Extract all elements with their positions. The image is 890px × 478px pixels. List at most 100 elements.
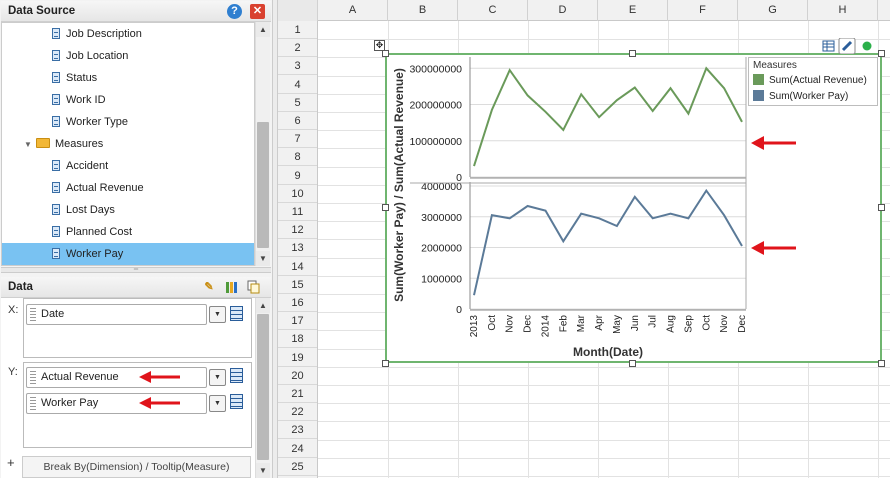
row-header-23[interactable]: 23 <box>278 421 317 440</box>
table-view-icon[interactable] <box>822 40 835 52</box>
scroll-thumb[interactable] <box>257 314 269 460</box>
resize-handle[interactable] <box>629 50 636 57</box>
data-point-worker-pay[interactable] <box>722 213 727 218</box>
data-point-revenue[interactable] <box>579 92 584 97</box>
scroll-down-icon[interactable]: ▼ <box>256 251 270 266</box>
data-point-worker-pay[interactable] <box>561 239 566 244</box>
series-line-worker-pay[interactable] <box>473 188 743 296</box>
data-point-worker-pay[interactable] <box>650 216 655 221</box>
resize-handle[interactable] <box>629 360 636 367</box>
row-header-6[interactable]: 6 <box>278 112 317 130</box>
row-header-14[interactable]: 14 <box>278 258 317 276</box>
column-header-a[interactable]: A <box>318 0 388 21</box>
row-header-21[interactable]: 21 <box>278 385 317 403</box>
data-point-worker-pay[interactable] <box>704 188 709 193</box>
y-field-dropdown-1[interactable]: ▼ <box>209 369 226 386</box>
row-header-12[interactable]: 12 <box>278 221 317 240</box>
data-point-worker-pay[interactable] <box>543 208 548 213</box>
data-point-worker-pay[interactable] <box>668 211 673 216</box>
scroll-up-icon[interactable]: ▲ <box>256 22 270 37</box>
data-point-revenue[interactable] <box>740 119 745 124</box>
tree-field-status[interactable]: Status <box>52 67 97 89</box>
edit-pencil-icon[interactable] <box>838 38 856 54</box>
tree-field-actual-revenue[interactable]: Actual Revenue <box>52 177 144 199</box>
data-point-revenue[interactable] <box>543 109 548 114</box>
tree-field-worker-type[interactable]: Worker Type <box>52 111 128 133</box>
column-header-c[interactable]: C <box>458 0 528 21</box>
data-point-worker-pay[interactable] <box>489 213 494 218</box>
break-by-dropzone[interactable]: Break By(Dimension) / Tooltip(Measure) <box>22 456 251 478</box>
y-field-dropdown-2[interactable]: ▼ <box>209 395 226 412</box>
row-header-13[interactable]: 13 <box>278 239 317 258</box>
resize-handle[interactable] <box>382 204 389 211</box>
row-header-25[interactable]: 25 <box>278 458 317 476</box>
tree-field-work-id[interactable]: Work ID <box>52 89 106 111</box>
row-header-4[interactable]: 4 <box>278 76 317 94</box>
expand-triangle-icon[interactable]: ▼ <box>24 134 36 156</box>
tree-field-job-location[interactable]: Job Location <box>52 45 128 67</box>
column-header-h[interactable]: H <box>808 0 878 21</box>
tree-field-planned-cost[interactable]: Planned Cost <box>52 221 132 243</box>
help-icon[interactable]: ? <box>227 4 242 19</box>
data-point-worker-pay[interactable] <box>632 194 637 199</box>
corner-cell[interactable] <box>278 0 318 21</box>
legend-item-revenue[interactable]: Sum(Actual Revenue) <box>753 73 867 88</box>
row-header-10[interactable]: 10 <box>278 185 317 203</box>
close-icon[interactable]: ✕ <box>250 4 265 19</box>
data-point-worker-pay[interactable] <box>507 216 512 221</box>
x-field-dropdown[interactable]: ▼ <box>209 306 226 323</box>
column-header-b[interactable]: B <box>388 0 458 21</box>
row-header-20[interactable]: 20 <box>278 367 317 385</box>
row-header-22[interactable]: 22 <box>278 403 317 422</box>
data-point-revenue[interactable] <box>668 86 673 91</box>
data-point-revenue[interactable] <box>561 127 566 132</box>
row-header-17[interactable]: 17 <box>278 312 317 331</box>
y-calculator-icon-2[interactable] <box>230 394 243 409</box>
row-header-19[interactable]: 19 <box>278 349 317 367</box>
resize-handle[interactable] <box>878 360 885 367</box>
tree-field-job-description[interactable]: Job Description <box>52 23 142 45</box>
legend-item-worker-pay[interactable]: Sum(Worker Pay) <box>753 89 848 104</box>
row-header-9[interactable]: 9 <box>278 167 317 185</box>
data-point-revenue[interactable] <box>597 115 602 120</box>
data-point-worker-pay[interactable] <box>740 243 745 248</box>
row-header-11[interactable]: 11 <box>278 203 317 221</box>
tree-field-worker-pay[interactable]: Worker Pay <box>2 243 254 265</box>
data-point-worker-pay[interactable] <box>579 211 584 216</box>
tree-folder-measures[interactable]: ▼ Measures <box>24 133 103 155</box>
scroll-down-icon[interactable]: ▼ <box>256 463 270 478</box>
data-point-worker-pay[interactable] <box>686 216 691 221</box>
x-field-pill[interactable]: Date <box>26 304 207 325</box>
resize-handle[interactable] <box>878 204 885 211</box>
copy-icon[interactable] <box>247 280 261 294</box>
resize-handle[interactable] <box>382 360 389 367</box>
data-point-revenue[interactable] <box>507 68 512 73</box>
column-header-f[interactable]: F <box>668 0 738 21</box>
data-point-revenue[interactable] <box>632 85 637 90</box>
data-point-revenue[interactable] <box>525 93 530 98</box>
x-dropzone[interactable]: Date ▼ <box>23 298 252 358</box>
tree-field-accident[interactable]: Accident <box>52 155 108 177</box>
y-calculator-icon-1[interactable] <box>230 368 243 383</box>
column-header-d[interactable]: D <box>528 0 598 21</box>
data-point-worker-pay[interactable] <box>472 293 477 298</box>
row-header-1[interactable]: 1 <box>278 21 317 39</box>
scroll-up-icon[interactable]: ▲ <box>256 298 270 313</box>
row-header-16[interactable]: 16 <box>278 294 317 312</box>
panel-splitter[interactable]: ═ <box>1 267 271 273</box>
data-point-revenue[interactable] <box>472 164 477 169</box>
row-header-18[interactable]: 18 <box>278 330 317 349</box>
scroll-thumb[interactable] <box>257 122 269 248</box>
data-point-worker-pay[interactable] <box>614 223 619 228</box>
series-line-revenue[interactable] <box>473 66 743 167</box>
data-point-revenue[interactable] <box>650 109 655 114</box>
row-header-15[interactable]: 15 <box>278 276 317 294</box>
row-header-3[interactable]: 3 <box>278 57 317 76</box>
row-header-7[interactable]: 7 <box>278 130 317 149</box>
tree-field-lost-days[interactable]: Lost Days <box>52 199 115 221</box>
resize-handle[interactable] <box>382 50 389 57</box>
row-header-5[interactable]: 5 <box>278 94 317 112</box>
row-header-2[interactable]: 2 <box>278 39 317 58</box>
resize-handle[interactable] <box>878 50 885 57</box>
data-point-revenue[interactable] <box>704 66 709 71</box>
